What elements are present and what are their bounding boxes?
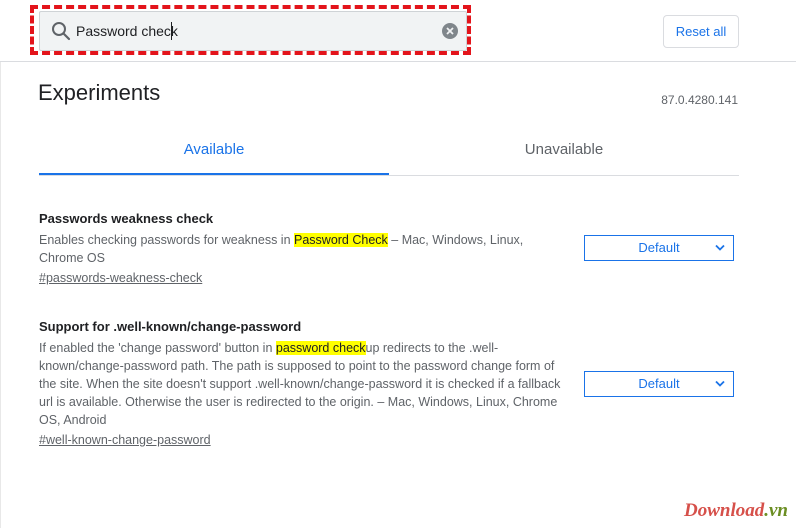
chevron-down-icon: [715, 244, 725, 251]
experiment-state-select[interactable]: Default: [584, 371, 734, 397]
reset-all-button[interactable]: Reset all: [663, 15, 739, 48]
experiment-title: Support for .well-known/change-password: [39, 319, 302, 334]
experiment-link[interactable]: #well-known-change-password: [39, 431, 211, 449]
experiment-description: Enables checking passwords for weakness …: [39, 231, 569, 267]
chevron-down-icon: [715, 380, 725, 387]
search-match-highlight: Password Check: [294, 233, 388, 247]
tab-bar: Available Unavailable: [39, 128, 739, 176]
experiment-passwords-weakness-check: Passwords weakness check Enables checkin…: [39, 211, 739, 287]
tab-available[interactable]: Available: [39, 128, 389, 175]
watermark-logo: Download.vn: [684, 500, 788, 522]
version-label: 87.0.4280.141: [661, 93, 738, 107]
experiment-description: If enabled the 'change password' button …: [39, 339, 569, 429]
page-title: Experiments: [38, 80, 161, 105]
experiment-well-known-change-password: Support for .well-known/change-password …: [39, 319, 739, 449]
watermark-text: Download: [684, 500, 765, 521]
watermark-suffix: .vn: [764, 500, 788, 521]
select-value: Default: [638, 376, 680, 391]
experiment-state-select[interactable]: Default: [584, 235, 734, 261]
experiment-link[interactable]: #passwords-weakness-check: [39, 269, 202, 287]
top-toolbar: Reset all: [0, 0, 796, 62]
description-text: If enabled the 'change password' button …: [39, 341, 276, 355]
search-match-highlight: password check: [275, 341, 366, 355]
description-text: Enables checking passwords for weakness …: [39, 233, 294, 247]
select-value: Default: [638, 240, 680, 255]
experiment-title: Passwords weakness check: [39, 211, 214, 226]
highlight-frame: [30, 5, 471, 55]
window-edge: [0, 0, 1, 528]
tab-unavailable[interactable]: Unavailable: [389, 128, 739, 173]
